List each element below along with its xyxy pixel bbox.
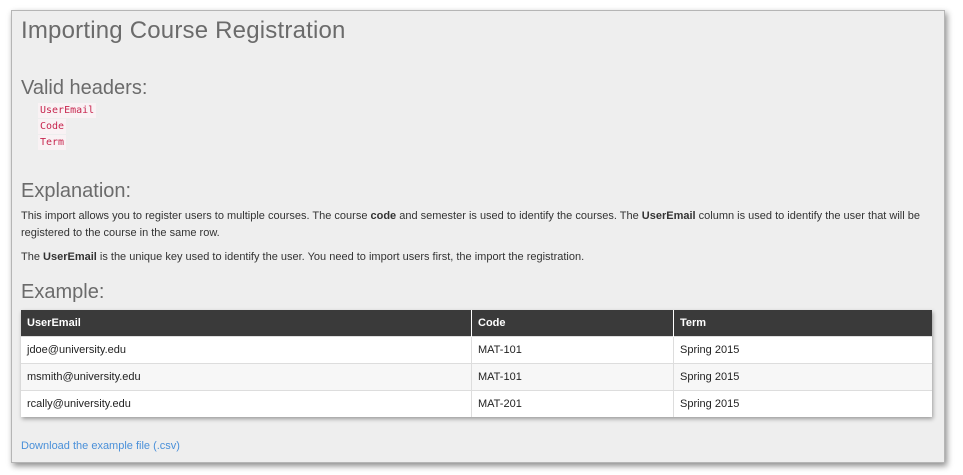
page-title: Importing Course Registration: [21, 17, 346, 44]
explanation-heading: Explanation:: [21, 180, 132, 202]
table-row: jdoe@university.edu MAT-101 Spring 2015: [21, 336, 932, 364]
table-row: msmith@university.edu MAT-101 Spring 201…: [21, 363, 932, 391]
cell-useremail: msmith@university.edu: [21, 363, 472, 391]
table-row: rcally@university.edu MAT-201 Spring 201…: [21, 390, 932, 417]
column-header-code: Code: [471, 310, 674, 337]
content-panel: Importing Course Registration Valid head…: [11, 10, 945, 463]
cell-code: MAT-201: [471, 390, 674, 417]
explanation-paragraph-1: This import allows you to register users…: [21, 210, 920, 239]
cell-useremail: jdoe@university.edu: [21, 336, 472, 364]
explanation-paragraph-2: The UserEmail is the unique key used to …: [21, 251, 585, 263]
cell-useremail: rcally@university.edu: [21, 390, 472, 417]
example-heading: Example:: [21, 281, 105, 303]
column-header-useremail: UserEmail: [21, 310, 472, 337]
example-table: UserEmail Code Term jdoe@university.edu …: [21, 310, 932, 417]
column-header-term: Term: [673, 310, 932, 337]
cell-term: Spring 2015: [673, 336, 932, 364]
cell-term: Spring 2015: [673, 363, 932, 391]
valid-headers-list: UserEmail Code Term: [38, 103, 97, 151]
download-example-link[interactable]: Download the example file (.csv): [21, 440, 180, 452]
cell-code: MAT-101: [471, 363, 674, 391]
header-code-useremail: UserEmail: [38, 103, 97, 118]
table-header-row: UserEmail Code Term: [21, 310, 932, 337]
header-code-code: Code: [38, 119, 67, 134]
cell-code: MAT-101: [471, 336, 674, 364]
header-code-term: Term: [38, 135, 67, 150]
valid-headers-heading: Valid headers:: [21, 77, 148, 99]
cell-term: Spring 2015: [673, 390, 932, 417]
